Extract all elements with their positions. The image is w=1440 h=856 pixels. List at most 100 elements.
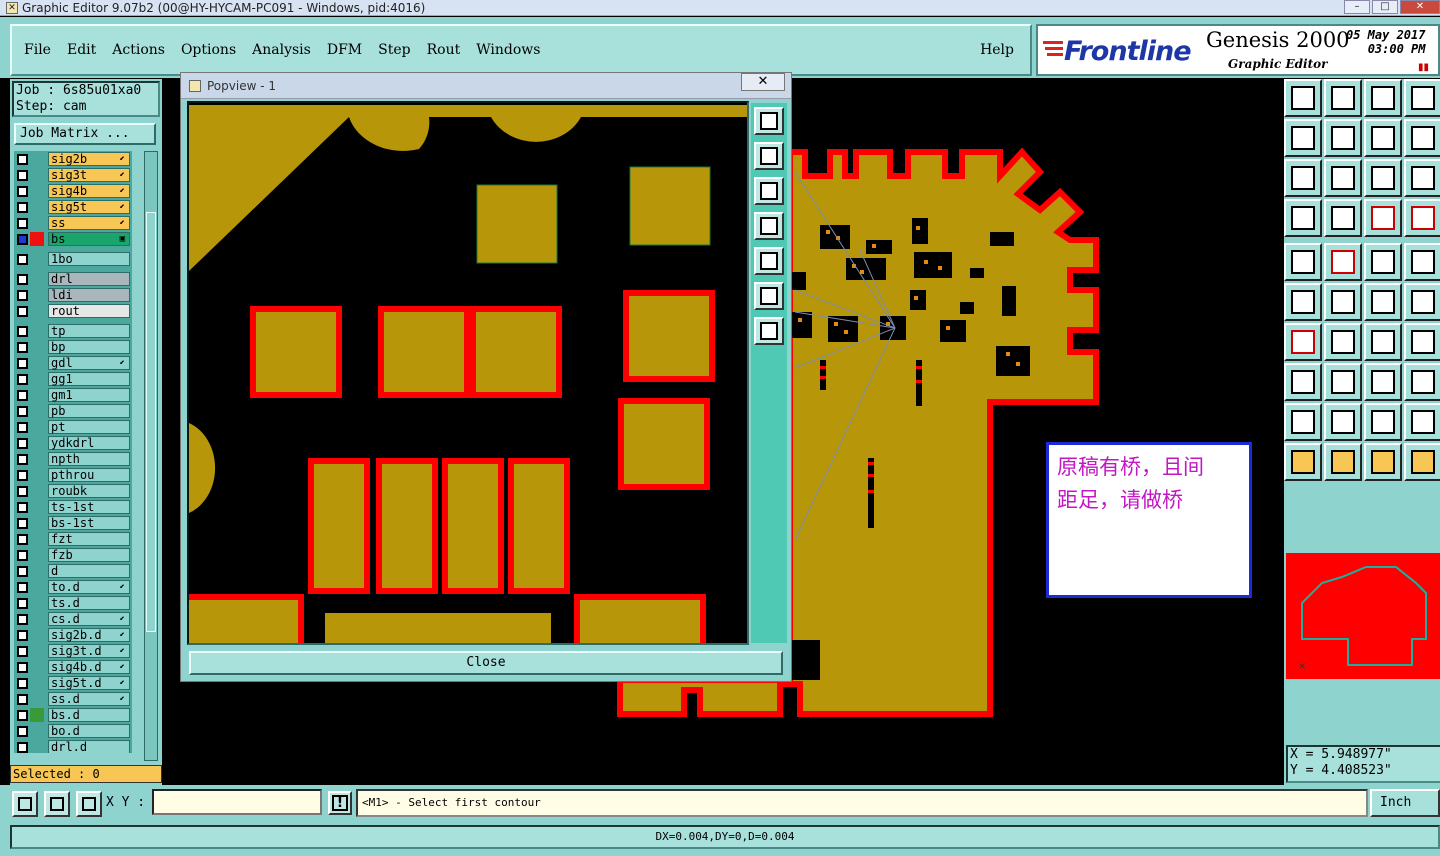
- layer-row[interactable]: ldi: [14, 287, 132, 303]
- layer-color-swatch[interactable]: [30, 372, 44, 386]
- layer-name[interactable]: fzb: [48, 548, 130, 562]
- layer-color-swatch[interactable]: [30, 252, 44, 266]
- layer-row[interactable]: ss ⬋: [14, 215, 132, 231]
- layer-color-swatch[interactable]: [30, 340, 44, 354]
- layer-row[interactable]: sig5t ⬋: [14, 199, 132, 215]
- layer-checkbox[interactable]: [17, 501, 28, 513]
- ruler-icon[interactable]: [1364, 243, 1402, 281]
- layer-name[interactable]: drl.d: [48, 740, 130, 753]
- menu-actions[interactable]: Actions: [112, 42, 165, 58]
- execute-button[interactable]: !: [328, 791, 352, 815]
- layer-row[interactable]: sig3t.d ⬋: [14, 643, 132, 659]
- layer-color-swatch[interactable]: [30, 644, 44, 658]
- layer-color-swatch[interactable]: [30, 596, 44, 610]
- layer-color-swatch[interactable]: [30, 168, 44, 182]
- layer-row[interactable]: drl.d: [14, 739, 132, 753]
- layer-checkbox[interactable]: [17, 217, 28, 229]
- layer-checkbox[interactable]: [17, 597, 28, 609]
- layer-name[interactable]: fzt: [48, 532, 130, 546]
- layer-row[interactable]: ydkdrl: [14, 435, 132, 451]
- menu-file[interactable]: File: [24, 42, 51, 58]
- layer-color-swatch[interactable]: [30, 484, 44, 498]
- layer-row[interactable]: ss.d ⬋: [14, 691, 132, 707]
- layer-color-swatch[interactable]: [30, 324, 44, 338]
- layer-color-swatch[interactable]: [30, 660, 44, 674]
- layer-checkbox[interactable]: [17, 645, 28, 657]
- layer-color-swatch[interactable]: [30, 612, 44, 626]
- menu-options[interactable]: Options: [181, 42, 236, 58]
- layer-checkbox[interactable]: [17, 289, 28, 301]
- layer-name[interactable]: sig3t ⬋: [48, 168, 130, 182]
- window-view-icon[interactable]: [1404, 79, 1440, 117]
- layer-color-swatch[interactable]: [30, 288, 44, 302]
- layer-checkbox[interactable]: [17, 725, 28, 737]
- layer-name[interactable]: pt: [48, 420, 130, 434]
- ratio-icon[interactable]: [1404, 119, 1440, 157]
- layer-checkbox[interactable]: [17, 389, 28, 401]
- layer-name[interactable]: bs-1st: [48, 516, 130, 530]
- layer-name[interactable]: pthrou: [48, 468, 130, 482]
- layer-row[interactable]: tp: [14, 323, 132, 339]
- layer-color-swatch[interactable]: [30, 580, 44, 594]
- layer-checkbox[interactable]: [17, 437, 28, 449]
- layer-row[interactable]: sig2b ⬋: [14, 151, 132, 167]
- layer-row[interactable]: bs.d: [14, 707, 132, 723]
- popview-zoom-out-icon[interactable]: [754, 282, 784, 310]
- triangle-tool-icon[interactable]: [1284, 403, 1322, 441]
- layer-row[interactable]: d: [14, 563, 132, 579]
- layer-toggle-icon[interactable]: [1364, 199, 1402, 237]
- layer-color-swatch[interactable]: [30, 272, 44, 286]
- center-view-icon[interactable]: [1324, 159, 1362, 197]
- layer-checkbox[interactable]: [17, 469, 28, 481]
- layer-name[interactable]: rout: [48, 304, 130, 318]
- job-matrix-button[interactable]: Job Matrix ...: [14, 123, 156, 145]
- layer-row[interactable]: bs-1st: [14, 515, 132, 531]
- popview-zoom-tool-icon[interactable]: [754, 107, 784, 135]
- units-selector[interactable]: Inch: [1370, 789, 1440, 817]
- triangle-tool-4-icon[interactable]: [1404, 403, 1440, 441]
- layer-color-swatch[interactable]: [30, 436, 44, 450]
- layer-row[interactable]: bp: [14, 339, 132, 355]
- popview-pan-left-icon[interactable]: [754, 212, 784, 240]
- layer-checkbox[interactable]: [17, 629, 28, 641]
- layer-row[interactable]: roubk: [14, 483, 132, 499]
- layer-toggle-2-icon[interactable]: [1404, 199, 1440, 237]
- layer-scrollbar[interactable]: [144, 151, 158, 761]
- layer-color-swatch[interactable]: [30, 676, 44, 690]
- layer-name[interactable]: drl: [48, 272, 130, 286]
- popview-pan-down-icon[interactable]: [754, 177, 784, 205]
- layer-name[interactable]: ss ⬋: [48, 216, 130, 230]
- minimize-button[interactable]: –: [1344, 0, 1370, 14]
- split-tool-icon[interactable]: [1404, 323, 1440, 361]
- layer-checkbox[interactable]: [17, 517, 28, 529]
- layer-color-swatch[interactable]: [30, 452, 44, 466]
- layer-row[interactable]: ts-1st: [14, 499, 132, 515]
- layer-name[interactable]: tp: [48, 324, 130, 338]
- layer-color-swatch[interactable]: [30, 548, 44, 562]
- popview-zoom-in-icon[interactable]: [754, 317, 784, 345]
- layer-row[interactable]: pb: [14, 403, 132, 419]
- layer-checkbox[interactable]: [17, 373, 28, 385]
- contour-tool-icon[interactable]: [1284, 363, 1322, 401]
- layer-name[interactable]: ldi: [48, 288, 130, 302]
- layer-checkbox[interactable]: [17, 273, 28, 285]
- pointer-box-icon[interactable]: [1364, 443, 1402, 481]
- layer-color-swatch[interactable]: [30, 356, 44, 370]
- layer-name[interactable]: bs.d: [48, 708, 130, 722]
- layer-name[interactable]: bs ▣: [48, 232, 130, 246]
- layer-name[interactable]: pb: [48, 404, 130, 418]
- close-window-button[interactable]: ✕: [1400, 0, 1440, 14]
- maximize-button[interactable]: □: [1372, 0, 1398, 14]
- cut-tool-icon[interactable]: [1284, 199, 1322, 237]
- help-query-icon[interactable]: [1404, 159, 1440, 197]
- group-icon[interactable]: [1404, 363, 1440, 401]
- open-step-icon[interactable]: [1284, 79, 1322, 117]
- layer-color-swatch[interactable]: [30, 564, 44, 578]
- layer-row[interactable]: sig4b ⬋: [14, 183, 132, 199]
- layer-row[interactable]: sig4b.d ⬋: [14, 659, 132, 675]
- layer-checkbox[interactable]: [17, 709, 28, 721]
- layer-name[interactable]: ss.d ⬋: [48, 692, 130, 706]
- grid-tool-icon[interactable]: [76, 791, 102, 817]
- layer-row[interactable]: rout: [14, 303, 132, 319]
- measure-tool-icon[interactable]: [44, 791, 70, 817]
